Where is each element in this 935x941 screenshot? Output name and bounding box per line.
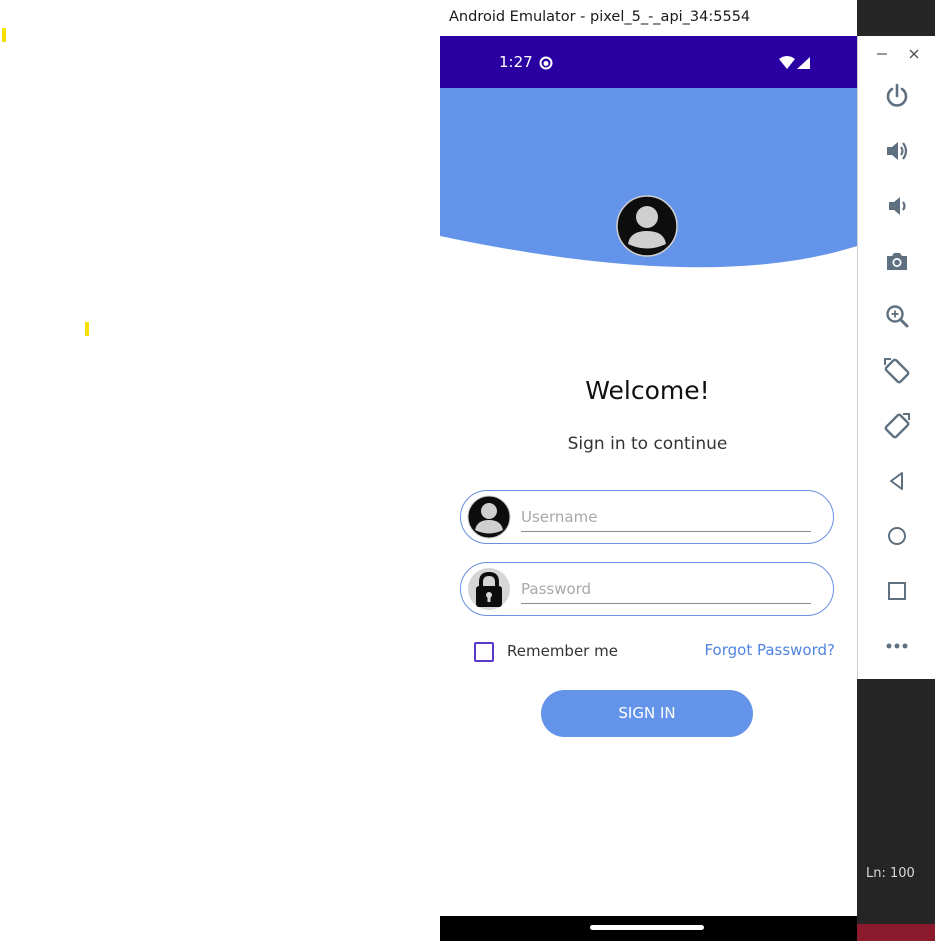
android-status-bar: 1:27 <box>440 36 857 88</box>
yellow-marker <box>2 28 6 42</box>
status-time: 1:27 <box>499 53 533 71</box>
remember-me-checkbox[interactable] <box>474 642 494 662</box>
power-button[interactable] <box>880 79 914 113</box>
rotate-left-icon <box>884 358 910 384</box>
home-button[interactable] <box>880 519 914 553</box>
window-title: Android Emulator - pixel_5_-_api_34:5554 <box>449 9 751 25</box>
emulator-window: Android Emulator - pixel_5_-_api_34:5554… <box>440 0 857 941</box>
android-nav-bar <box>440 916 857 941</box>
zoom-icon <box>886 305 909 328</box>
line-indicator: Ln: 100 <box>866 866 915 881</box>
sign-in-button[interactable]: SIGN IN <box>541 690 753 737</box>
remember-me-label[interactable]: Remember me <box>507 642 618 660</box>
forgot-password-link[interactable]: Forgot Password? <box>704 641 835 659</box>
lock-icon <box>468 568 510 610</box>
emulator-toolbar <box>857 36 935 679</box>
ide-background-top <box>857 0 935 36</box>
overview-button[interactable] <box>880 574 914 608</box>
back-button[interactable] <box>880 464 914 498</box>
username-input[interactable] <box>521 503 811 532</box>
ide-panel: Ln: 100 <box>857 679 935 941</box>
camera-icon <box>887 253 907 270</box>
more-button[interactable] <box>880 629 914 663</box>
notification-icon <box>539 56 553 70</box>
rotate-right-icon <box>884 413 910 439</box>
username-field <box>460 490 834 544</box>
welcome-title: Welcome! <box>585 376 710 405</box>
wifi-icon <box>779 56 795 69</box>
emulator-titlebar[interactable]: Android Emulator - pixel_5_-_api_34:5554 <box>440 0 857 36</box>
signal-icon <box>797 57 810 69</box>
rotate-left-button[interactable] <box>880 354 914 388</box>
password-field <box>460 562 834 616</box>
ide-status-strip <box>857 924 935 941</box>
power-icon <box>886 83 908 107</box>
home-gesture-handle[interactable] <box>590 925 704 930</box>
home-icon <box>888 527 906 545</box>
user-icon <box>467 495 511 539</box>
more-icon <box>886 643 908 649</box>
volume-down-icon <box>889 197 906 215</box>
profile-avatar-icon <box>616 195 678 257</box>
screenshot-button[interactable] <box>880 244 914 278</box>
volume-down-button[interactable] <box>880 189 914 223</box>
zoom-button[interactable] <box>880 299 914 333</box>
rotate-right-button[interactable] <box>880 409 914 443</box>
close-icon[interactable] <box>908 48 920 60</box>
back-icon <box>890 472 903 490</box>
yellow-marker <box>85 322 89 336</box>
overview-icon <box>888 582 906 600</box>
app-screen: Welcome! Sign in to continue Remember me… <box>440 88 857 916</box>
volume-up-icon <box>887 142 908 160</box>
volume-up-button[interactable] <box>880 134 914 168</box>
password-input[interactable] <box>521 575 811 604</box>
signin-subtitle: Sign in to continue <box>567 434 728 454</box>
minimize-icon[interactable] <box>876 48 888 60</box>
